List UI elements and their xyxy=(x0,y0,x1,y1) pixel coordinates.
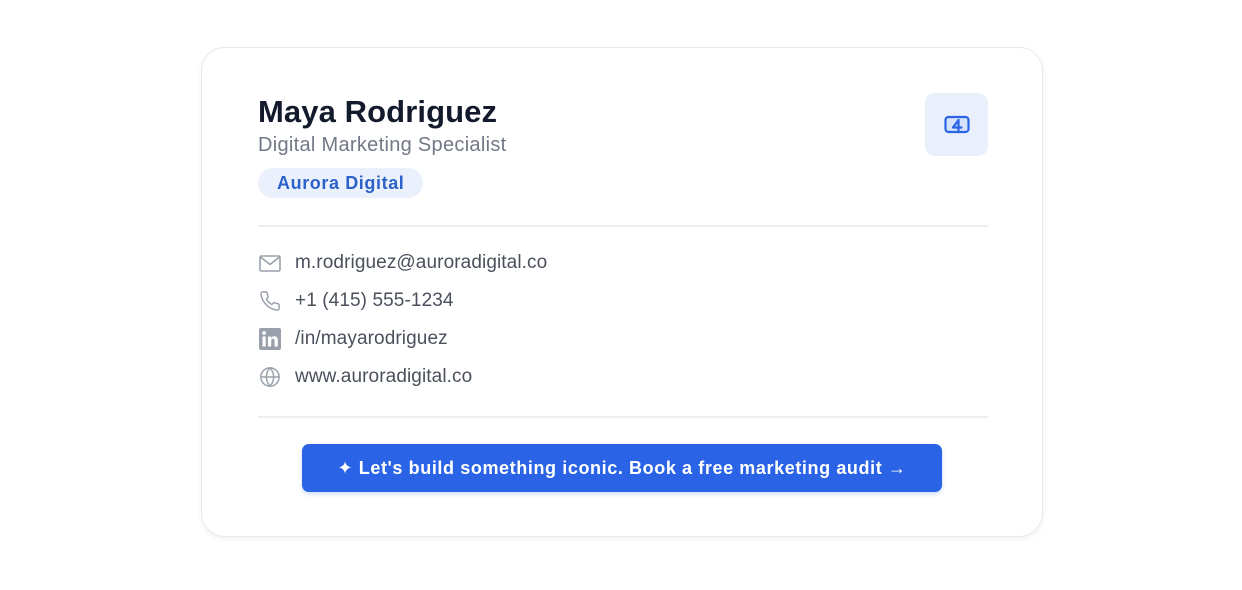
email-signature-card: Maya Rodriguez Digital Marketing Special… xyxy=(201,47,1043,537)
phone-icon xyxy=(258,289,282,313)
globe-icon xyxy=(258,365,282,389)
job-title: Digital Marketing Specialist xyxy=(258,134,507,156)
linkedin-icon xyxy=(258,327,282,351)
person-name: Maya Rodriguez xyxy=(258,94,498,129)
contact-website-row[interactable]: www.auroradigital.co xyxy=(258,362,472,392)
contact-website-text[interactable]: www.auroradigital.co xyxy=(295,366,472,388)
book-audit-button[interactable]: ✦ Let's build something iconic. Book a f… xyxy=(302,444,942,492)
mail-icon xyxy=(258,251,282,275)
contact-phone-text[interactable]: +1 (415) 555-1234 xyxy=(295,290,454,312)
contact-email-text[interactable]: m.rodriguez@auroradigital.co xyxy=(295,252,547,274)
contact-email-row[interactable]: m.rodriguez@auroradigital.co xyxy=(258,248,547,278)
divider-bottom xyxy=(258,416,988,418)
brand-logo-button[interactable] xyxy=(925,93,988,156)
company-badge: Aurora Digital xyxy=(258,168,424,198)
contact-linkedin-row[interactable]: /in/mayarodriguez xyxy=(258,324,448,354)
divider-top xyxy=(258,225,988,227)
contact-phone-row[interactable]: +1 (415) 555-1234 xyxy=(258,286,454,316)
brand-logo-icon xyxy=(943,115,970,133)
contact-linkedin-text[interactable]: /in/mayarodriguez xyxy=(295,328,448,350)
